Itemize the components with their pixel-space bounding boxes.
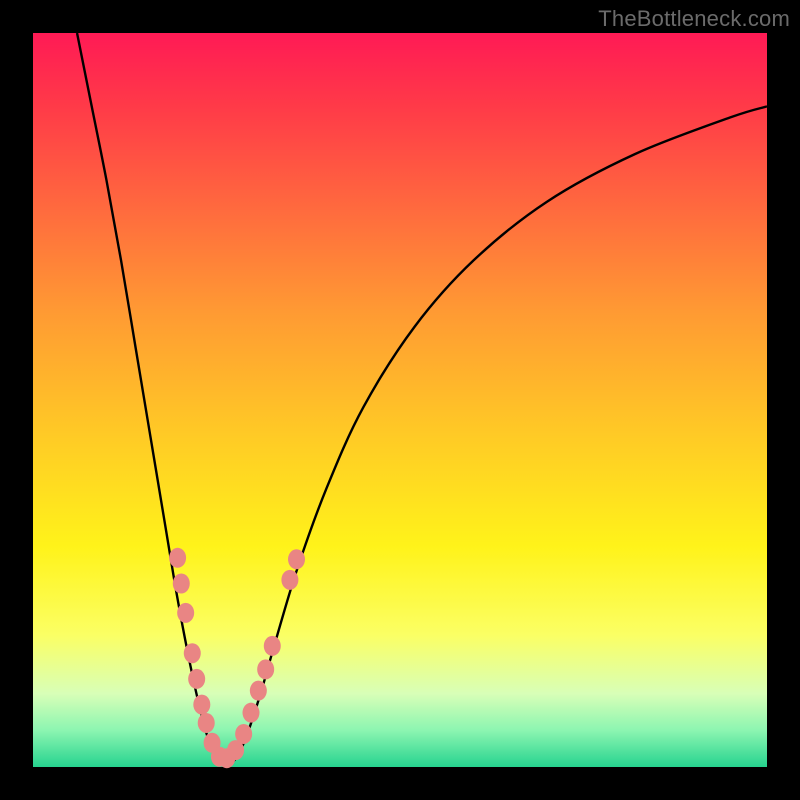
chart-frame: TheBottleneck.com [0,0,800,800]
marker-dot [235,724,252,744]
bottleneck-curve [77,33,767,765]
chart-svg [33,33,767,767]
marker-dot [281,570,298,590]
marker-dot [288,549,305,569]
curve-markers [169,548,305,768]
marker-dot [257,659,274,679]
marker-dot [250,681,267,701]
marker-dot [264,636,281,656]
marker-dot [177,603,194,623]
marker-dot [173,574,190,594]
marker-dot [193,695,210,715]
watermark-text: TheBottleneck.com [598,6,790,32]
marker-dot [198,713,215,733]
plot-area [33,33,767,767]
marker-dot [169,548,186,568]
marker-dot [184,643,201,663]
marker-dot [188,669,205,689]
marker-dot [242,703,259,723]
